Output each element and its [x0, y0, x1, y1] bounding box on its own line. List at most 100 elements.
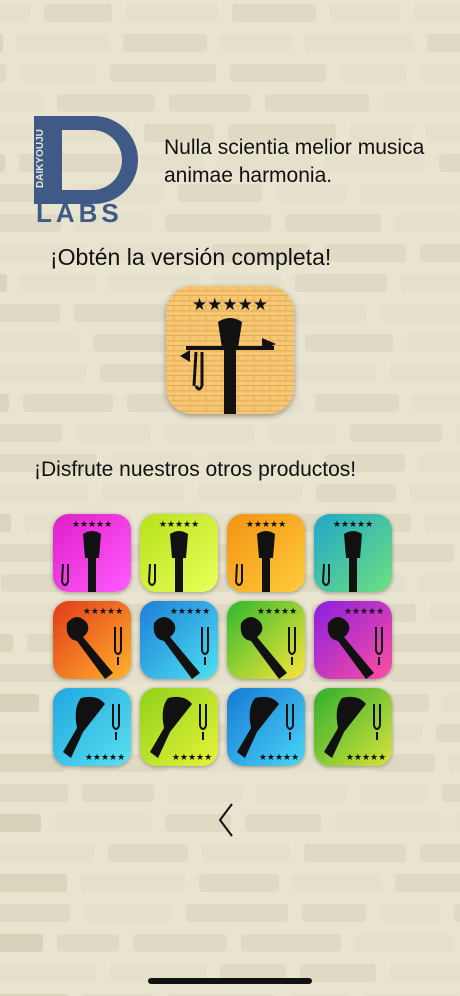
wall-brick [133, 934, 227, 952]
wall-brick [265, 94, 369, 112]
chevron-left-icon [218, 803, 233, 837]
wall-brick [221, 34, 291, 52]
app-rating-stars: ★★★★★ [159, 520, 199, 530]
wall-brick [0, 94, 43, 112]
app-rating-stars: ★★★★★ [72, 520, 112, 530]
app-rating-stars: ★★★★★ [333, 520, 373, 530]
wall-brick [387, 634, 460, 652]
wall-brick [395, 874, 460, 892]
wall-brick [443, 694, 460, 712]
wall-brick [230, 64, 326, 82]
wall-brick [198, 484, 302, 502]
wall-brick [315, 394, 399, 412]
wall-brick [102, 484, 184, 502]
guitar-tuner-lime-icon: ★★★★★ [140, 688, 218, 766]
app-tile[interactable]: ★★★★★ [314, 514, 392, 592]
app-tile[interactable]: ★★★★★ [53, 601, 131, 679]
app-tile[interactable]: ★★★★★ [53, 688, 131, 766]
wall-brick [414, 4, 460, 22]
wall-brick [0, 364, 86, 382]
twelve-string-tuner-icon: ★★★★★ [227, 514, 305, 592]
wall-brick [23, 394, 113, 412]
wall-brick [0, 784, 68, 802]
electric-guitar-blue-icon: ★★★★★ [227, 688, 305, 766]
app-tile[interactable]: ★★★★★ [227, 688, 305, 766]
app-tile[interactable]: ★★★★★ [227, 601, 305, 679]
wall-brick [110, 64, 216, 82]
wall-brick [380, 904, 440, 922]
wall-brick [0, 394, 9, 412]
app-tile[interactable]: ★★★★★ [140, 514, 218, 592]
home-indicator[interactable] [148, 978, 312, 984]
wall-brick [0, 694, 39, 712]
violin-tuner-green-icon: ★★★★★ [227, 601, 305, 679]
electric-guitar-green-icon: ★★★★★ [314, 688, 392, 766]
wall-brick [199, 874, 279, 892]
wall-brick [419, 574, 460, 592]
wall-brick [0, 514, 11, 532]
other-products-grid: ★★★★★ ★★★★★ ★★★★★ ★★★★★ ★★★★★ ★★★★★ ★★★★★ ★★★★★… [53, 514, 392, 766]
app-rating-stars: ★★★★★ [246, 520, 286, 530]
wall-brick [0, 64, 6, 82]
wall-brick [419, 454, 460, 472]
wall-brick [401, 274, 460, 292]
wall-brick [355, 934, 453, 952]
app-tile[interactable]: ★★★★★ [140, 688, 218, 766]
other-products-headline: ¡Disfrute nuestros otros productos! [34, 458, 357, 481]
wall-brick [454, 904, 460, 922]
wall-brick [427, 34, 460, 52]
logo-labs-text: LABS [36, 198, 123, 224]
wall-brick [108, 844, 188, 862]
app-rating-stars: ★★★★★ [170, 607, 210, 617]
wall-brick [455, 814, 460, 832]
wall-brick [57, 934, 119, 952]
app-tile[interactable]: ★★★★★ [314, 601, 392, 679]
wall-brick [0, 4, 30, 22]
wall-brick [304, 844, 406, 862]
wall-brick [0, 154, 5, 172]
wall-brick [293, 874, 381, 892]
app-tile[interactable]: ★★★★★ [53, 514, 131, 592]
wall-brick [430, 604, 460, 622]
full-version-headline: ¡Obtén la versión completa! [50, 244, 332, 270]
wall-brick [0, 964, 96, 982]
wall-brick [256, 784, 346, 802]
wall-brick [395, 214, 460, 232]
guitar-tuner-cyan-icon: ★★★★★ [53, 688, 131, 766]
wall-brick [383, 94, 460, 112]
app-tile[interactable]: ★★★★★ [140, 601, 218, 679]
wall-brick [0, 124, 32, 142]
wall-brick [316, 484, 396, 502]
app-rating-stars: ★★★★★ [257, 607, 297, 617]
wall-brick [380, 304, 460, 322]
wall-brick [330, 4, 400, 22]
wall-brick [390, 964, 460, 982]
wall-brick [0, 484, 88, 502]
wall-brick [186, 904, 288, 922]
daikyouju-labs-logo: DAIKYOUJU LABS [34, 116, 152, 224]
wall-brick [81, 874, 185, 892]
wall-brick [0, 334, 79, 352]
violin-tuner-purple-icon: ★★★★★ [314, 601, 392, 679]
wall-brick [0, 904, 70, 922]
back-button[interactable] [214, 800, 238, 840]
wall-brick [123, 34, 207, 52]
wall-brick [456, 424, 460, 442]
wall-brick [436, 724, 460, 742]
full-version-app-icon[interactable]: ★★★★★ [166, 286, 294, 414]
wall-brick [55, 814, 151, 832]
wall-brick [241, 934, 341, 952]
wall-brick [425, 514, 460, 532]
wall-brick [0, 274, 7, 292]
wall-brick [17, 34, 109, 52]
wall-brick [420, 844, 460, 862]
mandolin-tuner-icon: ★★★★★ [314, 514, 392, 592]
app-tile[interactable]: ★★★★★ [227, 514, 305, 592]
app-tile[interactable]: ★★★★★ [314, 688, 392, 766]
wall-brick [302, 904, 366, 922]
wall-brick [305, 34, 413, 52]
wall-brick [449, 754, 460, 772]
wall-brick [442, 784, 460, 802]
ukulele-tuner-icon: ★★★★★ [140, 514, 218, 592]
wall-brick [44, 4, 112, 22]
